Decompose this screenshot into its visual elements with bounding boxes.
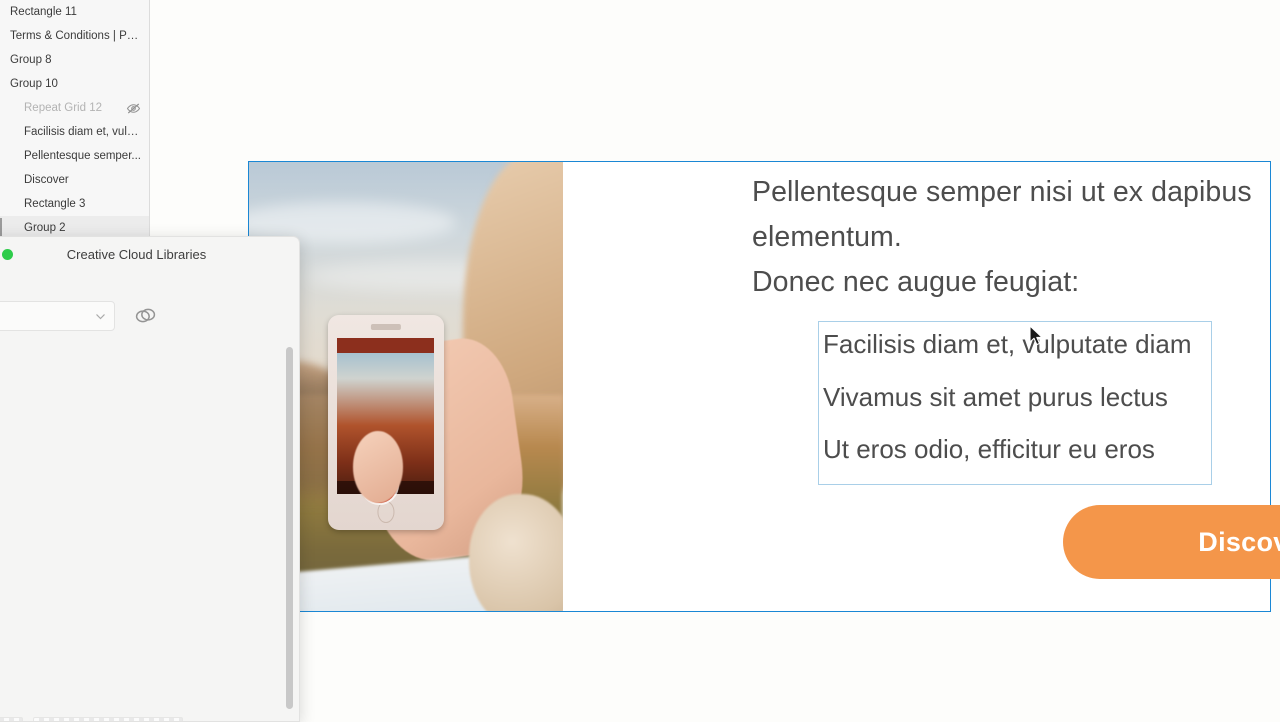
layer-label: Facilisis diam et, vulp... — [24, 126, 141, 138]
list-item[interactable]: Facilisis diam et, vulputate diam — [823, 329, 1215, 359]
photo-thumb — [352, 431, 403, 504]
creative-cloud-icon[interactable] — [135, 305, 156, 326]
layer-label: Rectangle 11 — [10, 6, 77, 18]
layer-row[interactable]: Facilisis diam et, vulp... — [0, 120, 149, 144]
vertical-scrollbar[interactable] — [286, 347, 293, 709]
layer-row[interactable]: Rectangle 3 — [0, 192, 149, 216]
list-item[interactable]: Vivamus sit amet purus lectus — [823, 382, 1215, 412]
cc-panel-titlebar[interactable]: Creative Cloud Libraries — [0, 237, 299, 271]
graphics-grid: Learn! “ PREMIUM — [0, 717, 281, 721]
library-select[interactable]: eframe — [0, 301, 115, 331]
repeat-grid-selection[interactable]: Facilisis diam et, vulputate diam Vivamu… — [818, 321, 1212, 485]
layer-row[interactable]: Rectangle 11 — [0, 0, 149, 24]
photo-phone-speaker — [370, 324, 401, 330]
photo-phone-topbar — [336, 338, 435, 354]
layer-row[interactable]: Terms & Conditions | Priva... — [0, 24, 149, 48]
layer-label: Group 2 — [24, 222, 66, 234]
layer-label: Terms & Conditions | Priva... — [10, 30, 141, 42]
heading-line-2: elementum. — [752, 221, 902, 253]
layer-row[interactable]: Pellentesque semper... — [0, 144, 149, 168]
layer-row[interactable]: Discover — [0, 168, 149, 192]
layer-label: Discover — [24, 174, 69, 186]
creative-cloud-libraries-panel[interactable]: Creative Cloud Libraries eframe s cter S… — [0, 236, 300, 722]
layer-label: Pellentesque semper... — [24, 150, 141, 162]
layer-label: Rectangle 3 — [24, 198, 86, 210]
layer-label: Repeat Grid 12 — [24, 102, 102, 114]
eye-off-icon[interactable] — [126, 101, 141, 116]
chevron-down-icon — [96, 313, 105, 319]
cc-panel-title-text: Creative Cloud Libraries — [66, 247, 207, 262]
layer-label: Group 10 — [10, 78, 58, 90]
discover-button[interactable]: Discover — [1063, 505, 1280, 579]
heading-line-3: Donec nec augue feugiat: — [752, 266, 1080, 298]
list-item[interactable]: Ut eros odio, efficitur eu eros — [823, 434, 1215, 464]
layers-panel[interactable]: Rectangle 11 Terms & Conditions | Priva.… — [0, 0, 150, 240]
artboard-content: Pellentesque semper nisi ut ex dapibus e… — [563, 162, 1280, 611]
layer-row[interactable]: Group 10 — [0, 72, 149, 96]
artboard[interactable]: Pellentesque semper nisi ut ex dapibus e… — [248, 161, 1280, 612]
library-select-value: eframe — [0, 309, 95, 324]
artboard-heading[interactable]: Pellentesque semper nisi ut ex dapibus e… — [752, 170, 1272, 305]
layer-label: Group 8 — [10, 54, 52, 66]
layer-row[interactable]: Group 8 — [0, 48, 149, 72]
heading-line-1: Pellentesque semper nisi ut ex dapibus — [752, 176, 1252, 208]
photo-phone-home-button — [377, 501, 395, 523]
photo-fur-sleeve — [468, 494, 563, 611]
layer-row[interactable]: Repeat Grid 12 — [0, 96, 149, 120]
cc-panel-title: Creative Cloud Libraries — [0, 247, 299, 262]
